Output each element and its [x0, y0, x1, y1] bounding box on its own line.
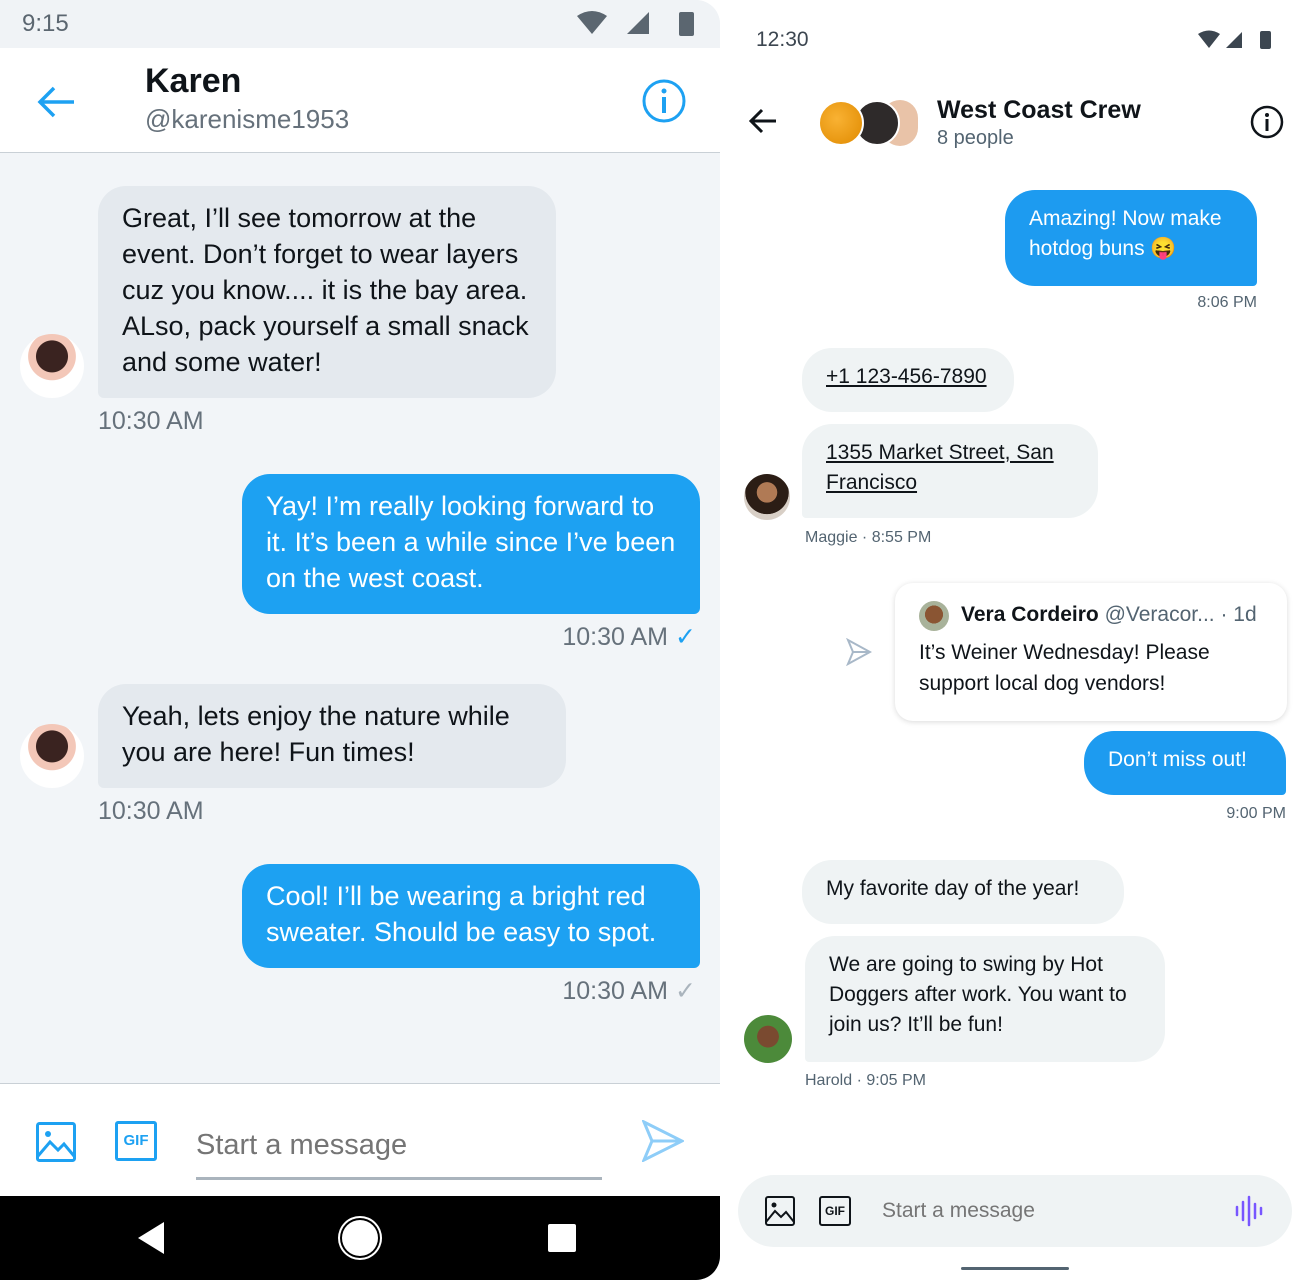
avatar-karen[interactable]: [20, 334, 84, 398]
gif-button[interactable]: GIF: [115, 1121, 157, 1161]
conversation-header: Karen @karenisme1953: [0, 48, 720, 153]
nav-recents-icon[interactable]: [548, 1224, 576, 1252]
left-phone-dm: 9:15 Karen @karenisme1953 Great, I’ll se…: [0, 0, 720, 1280]
sent-check-icon: ✓: [675, 977, 696, 1005]
message-bubble-incoming[interactable]: +1 123-456-7890: [802, 348, 1014, 412]
contact-name: Karen: [145, 62, 242, 100]
message-sender-time: Harold · 9:05 PM: [805, 1072, 926, 1089]
avatar-harold[interactable]: [744, 1015, 792, 1063]
right-phone-group-dm: 12:30 West Coast Crew 8 people Amazing! …: [720, 0, 1310, 1280]
avatar-karen[interactable]: [20, 724, 84, 788]
status-time: 12:30: [756, 28, 809, 51]
message-bubble-outgoing[interactable]: Cool! I’ll be wearing a bright red sweat…: [242, 864, 700, 968]
message-input[interactable]: [882, 1189, 1212, 1233]
message-timestamp: 9:00 PM: [1226, 805, 1286, 822]
status-bar: 9:15: [0, 0, 720, 48]
message-timestamp: 10:30 AM: [562, 623, 668, 651]
message-timestamp: 10:30 AM: [98, 407, 204, 435]
avatar-maggie[interactable]: [744, 474, 790, 520]
image-icon[interactable]: [765, 1196, 795, 1226]
back-arrow-icon[interactable]: [36, 86, 76, 118]
status-icons: [577, 11, 694, 36]
composer: GIF: [0, 1083, 720, 1196]
share-icon[interactable]: [846, 638, 872, 666]
message-bubble-incoming[interactable]: Great, I’ll see tomorrow at the event. D…: [98, 186, 556, 398]
status-time: 9:15: [22, 10, 69, 37]
message-timestamp: 8:06 PM: [1197, 294, 1257, 311]
gif-button[interactable]: GIF: [819, 1196, 851, 1226]
message-bubble-incoming[interactable]: 1355 Market Street, San Francisco: [802, 424, 1098, 518]
group-avatars[interactable]: [818, 100, 918, 146]
tweet-author-avatar: [919, 601, 949, 631]
message-bubble-incoming[interactable]: My favorite day of the year!: [802, 860, 1124, 924]
tweet-author-handle: @Veracor...: [1104, 603, 1215, 626]
message-sender-time: Maggie · 8:55 PM: [805, 529, 932, 546]
tweet-age: · 1d: [1220, 603, 1257, 626]
image-icon[interactable]: [36, 1122, 76, 1162]
group-title: West Coast Crew: [937, 96, 1141, 124]
info-icon[interactable]: [1250, 105, 1284, 139]
composer: GIF: [738, 1175, 1292, 1247]
phone-link[interactable]: +1 123-456-7890: [826, 365, 987, 388]
tweet-text: It’s Weiner Wednesday! Please support lo…: [919, 641, 1210, 695]
read-check-icon: ✓: [675, 623, 696, 651]
message-bubble-outgoing[interactable]: Amazing! Now make hotdog buns 😝: [1005, 190, 1257, 286]
info-icon[interactable]: [641, 78, 687, 124]
address-link[interactable]: 1355 Market Street, San Francisco: [826, 441, 1054, 494]
shared-tweet-card[interactable]: Vera Cordeiro @Veracor... · 1d It’s Wein…: [895, 583, 1287, 721]
nav-home-icon[interactable]: [342, 1220, 378, 1256]
message-bubble-outgoing[interactable]: Don’t miss out!: [1084, 731, 1286, 795]
tweet-author-name: Vera Cordeiro: [961, 603, 1099, 626]
android-nav-bar: [0, 1196, 720, 1280]
gesture-nav-handle[interactable]: [961, 1267, 1069, 1270]
message-timestamp: 10:30 AM: [562, 977, 668, 1005]
contact-handle: @karenisme1953: [145, 104, 350, 134]
group-member-count[interactable]: 8 people: [937, 127, 1014, 150]
voice-message-icon[interactable]: [1235, 1195, 1263, 1227]
message-input[interactable]: [196, 1114, 602, 1180]
message-bubble-incoming[interactable]: We are going to swing by Hot Doggers aft…: [805, 936, 1165, 1062]
send-icon[interactable]: [642, 1120, 684, 1162]
message-bubble-outgoing[interactable]: Yay! I’m really looking forward to it. I…: [242, 474, 700, 614]
back-arrow-icon[interactable]: [748, 108, 778, 134]
message-bubble-incoming[interactable]: Yeah, lets enjoy the nature while you ar…: [98, 684, 566, 788]
message-timestamp: 10:30 AM: [98, 797, 204, 825]
status-icons: [1198, 30, 1271, 49]
nav-back-icon[interactable]: [138, 1222, 166, 1254]
